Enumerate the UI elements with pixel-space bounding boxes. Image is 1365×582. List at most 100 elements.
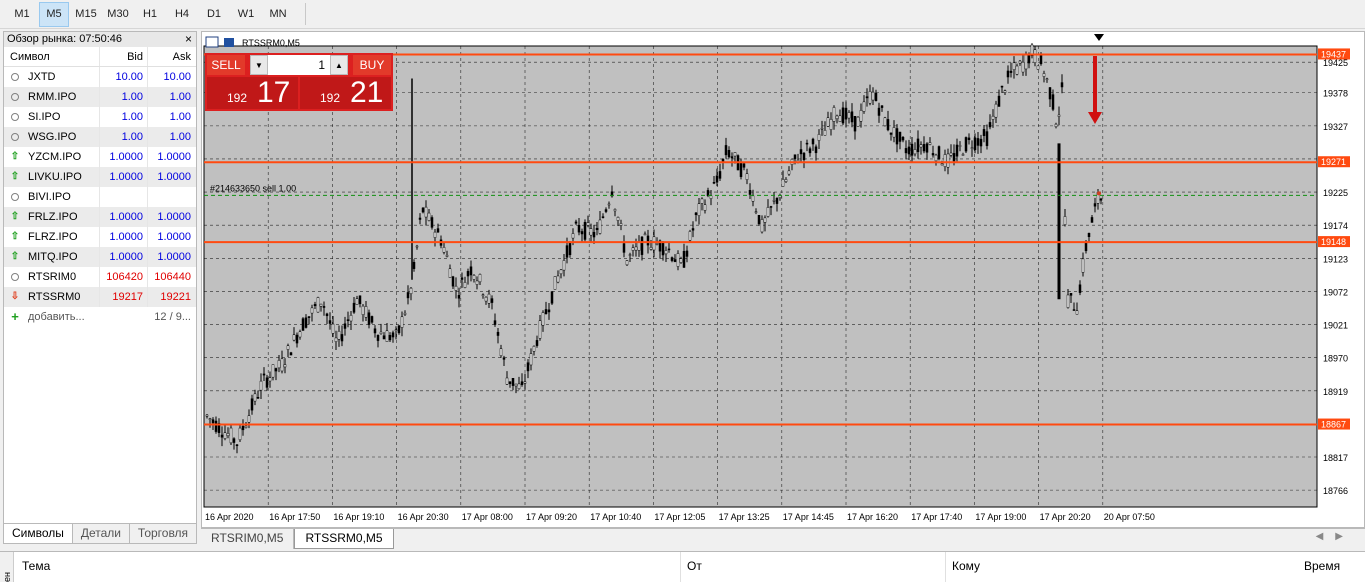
lot-dropdown-icon[interactable]: ▼ [250,55,268,75]
buy-button[interactable]: BUY [353,55,391,75]
chart-window-icon [205,36,219,48]
candle-body [379,331,383,335]
column-header-ask[interactable]: Ask [147,47,195,66]
symbol-cell[interactable]: BIVI.IPO [4,187,99,207]
column-header-symbol[interactable]: Символ [4,47,99,66]
chart-title: RTSSRM0,M5 [242,38,300,48]
candle-body [478,274,482,283]
candle-body [598,219,602,234]
candle-body [781,179,785,187]
tab-trading[interactable]: Торговля [130,524,196,543]
add-symbol[interactable]: + добавить... [4,307,147,327]
add-symbol-row[interactable]: + добавить... 12 / 9... [4,307,196,327]
market-watch-row[interactable]: ⇧ MITQ.IPO 1.0000 1.0000 [4,247,196,267]
symbol-cell[interactable]: SI.IPO [4,107,99,127]
market-watch-row[interactable]: WSG.IPO 1.00 1.00 [4,127,196,147]
symbol-cell[interactable]: ⇧ LIVKU.IPO [4,167,99,187]
candle-body [979,138,983,147]
candle-body [505,377,509,385]
tab-chart-rtsrim0[interactable]: RTSRIM0,M5 [201,529,295,549]
candle-body [496,331,500,336]
market-watch-row[interactable]: JXTD 10.00 10.00 [4,67,196,87]
lot-size-value[interactable]: 1 [268,55,330,75]
symbol-name: WSG.IPO [28,131,77,143]
sell-price-button[interactable]: 192 17 [207,76,298,109]
candle-body [502,357,506,360]
tab-chart-rtssrm0[interactable]: RTSSRM0,M5 [294,529,394,549]
sell-button[interactable]: SELL [207,55,245,75]
market-watch-row[interactable]: ⇧ YZCM.IPO 1.0000 1.0000 [4,147,196,167]
candle-body [1075,310,1079,315]
buy-price-main: 21 [350,76,384,109]
market-watch-row[interactable]: RTSRIM0 106420 106440 [4,267,196,287]
symbol-cell[interactable]: ⇧ FLRZ.IPO [4,227,99,247]
symbol-cell[interactable]: ⇧ MITQ.IPO [4,247,99,267]
timeframe-m1-button[interactable]: M1 [7,2,37,27]
timeframe-d1-button[interactable]: D1 [199,2,229,27]
tab-scroll-arrows[interactable]: ◀▶ [1316,531,1355,542]
timeframe-m5-button[interactable]: M5 [39,1,69,27]
time-tick-label: 17 Apr 20:20 [1040,512,1091,522]
column-header-from[interactable]: От [687,559,702,573]
timeframe-h4-button[interactable]: H4 [167,2,197,27]
column-header-bid[interactable]: Bid [99,47,147,66]
candle-body [844,107,848,120]
market-watch-row[interactable]: RMM.IPO 1.00 1.00 [4,87,196,107]
add-symbol-label[interactable]: добавить... [28,307,85,327]
candle-body [271,364,275,378]
symbol-cell[interactable]: JXTD [4,67,99,87]
timeframe-m15-button[interactable]: M15 [71,2,101,27]
column-divider [680,552,681,582]
trade-marker [1097,191,1101,196]
market-watch-row[interactable]: ⇧ FLRZ.IPO 1.0000 1.0000 [4,227,196,247]
market-watch-row[interactable]: BIVI.IPO [4,187,196,207]
column-header-subject[interactable]: Тема [22,559,50,573]
symbol-cell[interactable]: WSG.IPO [4,127,99,147]
candle-body [817,134,821,141]
symbol-cell[interactable]: ⇧ YZCM.IPO [4,147,99,167]
market-watch-row[interactable]: ⇧ LIVKU.IPO 1.0000 1.0000 [4,167,196,187]
candle-body [1000,85,1004,88]
timeframe-w1-button[interactable]: W1 [231,2,261,27]
timeframe-mn-button[interactable]: MN [263,2,293,27]
close-icon[interactable]: × [185,32,192,47]
candle-body [760,219,764,233]
column-header-to[interactable]: Кому [952,559,980,573]
candle-body [265,377,269,388]
candle-body [682,250,686,268]
candle-body [316,297,320,313]
circle-icon [10,272,20,282]
lot-increase-icon[interactable]: ▲ [330,55,348,75]
buy-price-button[interactable]: 192 21 [300,76,391,109]
candle-body [583,221,587,240]
candle-body [367,312,371,325]
timeframe-m30-button[interactable]: M30 [103,2,133,27]
symbol-cell[interactable]: ⇧ FRLZ.IPO [4,207,99,227]
symbol-cell[interactable]: RMM.IPO [4,87,99,107]
candle-body [325,313,329,317]
tab-details[interactable]: Детали [73,524,130,543]
column-header-time[interactable]: Время [1304,559,1340,573]
chart-tabs: RTSRIM0,M5 RTSSRM0,M5 ◀▶ [201,528,1365,549]
symbol-cell[interactable]: ⇩ RTSSRM0 [4,287,99,307]
symbol-cell[interactable]: RTSRIM0 [4,267,99,287]
price-tick-label: 19021 [1323,321,1348,331]
candle-body [436,228,440,233]
timeframe-h1-button[interactable]: H1 [135,2,165,27]
candle-body [940,163,944,166]
candle-body [859,110,863,122]
bid-cell: 1.00 [99,107,147,127]
market-watch-row[interactable]: ⇧ FRLZ.IPO 1.0000 1.0000 [4,207,196,227]
candle-body [808,148,812,154]
market-watch-row[interactable]: ⇩ RTSSRM0 19217 19221 [4,287,196,307]
timeframe-toolbar: M1 M5 M15 M30 H1 H4 D1 W1 MN [0,0,1365,29]
market-watch-row[interactable]: SI.IPO 1.00 1.00 [4,107,196,127]
candle-body [388,334,392,341]
lot-size-field[interactable]: ▼ 1 ▲ [250,55,348,75]
candle-body [910,143,914,156]
plus-icon: + [11,309,19,324]
candle-body [538,320,542,339]
price-tick-label: 18766 [1323,486,1348,496]
candle-body [415,245,419,248]
tab-symbols[interactable]: Символы [4,524,73,543]
